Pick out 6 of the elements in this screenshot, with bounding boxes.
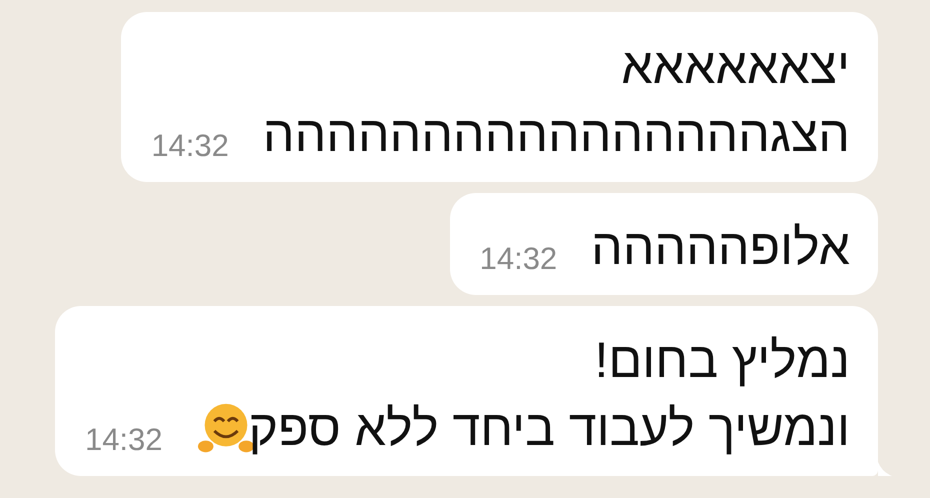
message-time: 14:32 — [151, 128, 229, 165]
message-time: 14:32 — [84, 422, 163, 459]
message-text: נמליץ בחום! ונמשיך לעבוד ביחד ללא ספק — [248, 331, 850, 458]
message-text: יצאאאאאא הצגהההההההההההההההה — [262, 37, 850, 164]
message-text: אלופההההה — [591, 218, 850, 277]
message-time: 14:32 — [480, 241, 558, 278]
